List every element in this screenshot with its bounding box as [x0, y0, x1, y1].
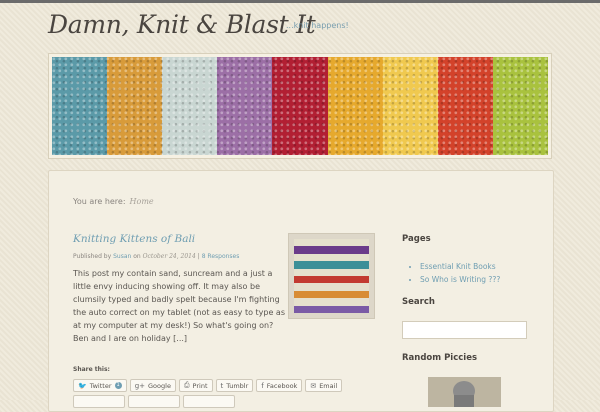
banner-image — [52, 57, 548, 155]
share-button-label: Print — [192, 381, 208, 390]
share-button-more-1[interactable] — [73, 395, 125, 408]
header-banner — [48, 53, 552, 159]
share-button-facebook[interactable]: f Facebook — [256, 379, 303, 392]
meta-author-link[interactable]: Susan — [113, 253, 131, 260]
share-label: Share this: — [73, 366, 110, 373]
share-buttons: 🐦 Twitter 1 g+ Google ⎙ Print t Tumblr f Facebook ✉… — [73, 379, 343, 392]
share-button-print[interactable]: ⎙ Print — [178, 379, 213, 392]
share-button-label: Facebook — [266, 381, 298, 390]
tumblr-icon: t — [220, 381, 224, 390]
sidebar-pages-heading: Pages — [402, 234, 431, 244]
share-button-label: Google — [148, 381, 171, 390]
breadcrumb-prefix: You are here: — [73, 197, 126, 206]
share-button-more-2[interactable] — [128, 395, 180, 408]
thumbnail-stripe — [294, 305, 369, 313]
google-plus-icon: g+ — [134, 381, 146, 390]
meta-separator: | — [197, 253, 200, 260]
share-button-more-3[interactable] — [183, 395, 235, 408]
printer-icon: ⎙ — [183, 381, 190, 389]
share-button-label: Email — [319, 381, 338, 390]
share-button-label: Tumblr — [226, 381, 249, 390]
meta-responses-link[interactable]: 8 Responses — [202, 253, 240, 260]
share-buttons-overflow — [73, 395, 235, 408]
thumbnail-image — [294, 239, 369, 313]
email-icon: ✉ — [310, 381, 317, 390]
random-photo[interactable] — [428, 377, 501, 407]
post-thumbnail[interactable] — [288, 233, 375, 319]
breadcrumb-home-link[interactable]: Home — [130, 197, 154, 206]
facebook-icon: f — [261, 381, 264, 390]
meta-date-link[interactable]: October 24, 2014 — [143, 253, 196, 260]
search-input[interactable] — [402, 321, 527, 339]
share-button-label: Twitter — [89, 381, 112, 390]
post-excerpt: This post my contain sand, suncream and … — [73, 269, 285, 343]
photo-subject-body — [454, 395, 474, 407]
sidebar-page-link[interactable]: So Who is Writing ??? — [420, 273, 500, 286]
twitter-icon: 🐦 — [78, 381, 87, 390]
share-button-email[interactable]: ✉ Email — [305, 379, 343, 392]
sidebar-pages-list: Essential Knit Books So Who is Writing ?… — [408, 260, 500, 286]
meta-published-by: Published by — [73, 253, 112, 260]
top-bar — [0, 0, 600, 3]
breadcrumb: You are here: Home — [73, 197, 154, 206]
sidebar-search-heading: Search — [402, 297, 435, 307]
post-title-link[interactable]: Knitting Kittens of Bali — [73, 233, 195, 245]
site-tagline: ...knit happens! — [286, 21, 349, 30]
site-title[interactable]: Damn, Knit & Blast It — [48, 10, 316, 39]
sidebar-random-heading: Random Piccies — [402, 353, 478, 363]
share-button-google[interactable]: g+ Google — [129, 379, 176, 392]
share-count-badge: 1 — [114, 382, 122, 389]
sidebar-page-link[interactable]: Essential Knit Books — [420, 260, 500, 273]
share-button-tumblr[interactable]: t Tumblr — [215, 379, 254, 392]
random-photo-image — [428, 377, 501, 407]
share-button-twitter[interactable]: 🐦 Twitter 1 — [73, 379, 127, 392]
banner-texture — [52, 57, 548, 155]
post-meta: Published by Susan on October 24, 2014 |… — [73, 253, 239, 260]
meta-on: on — [133, 253, 141, 260]
